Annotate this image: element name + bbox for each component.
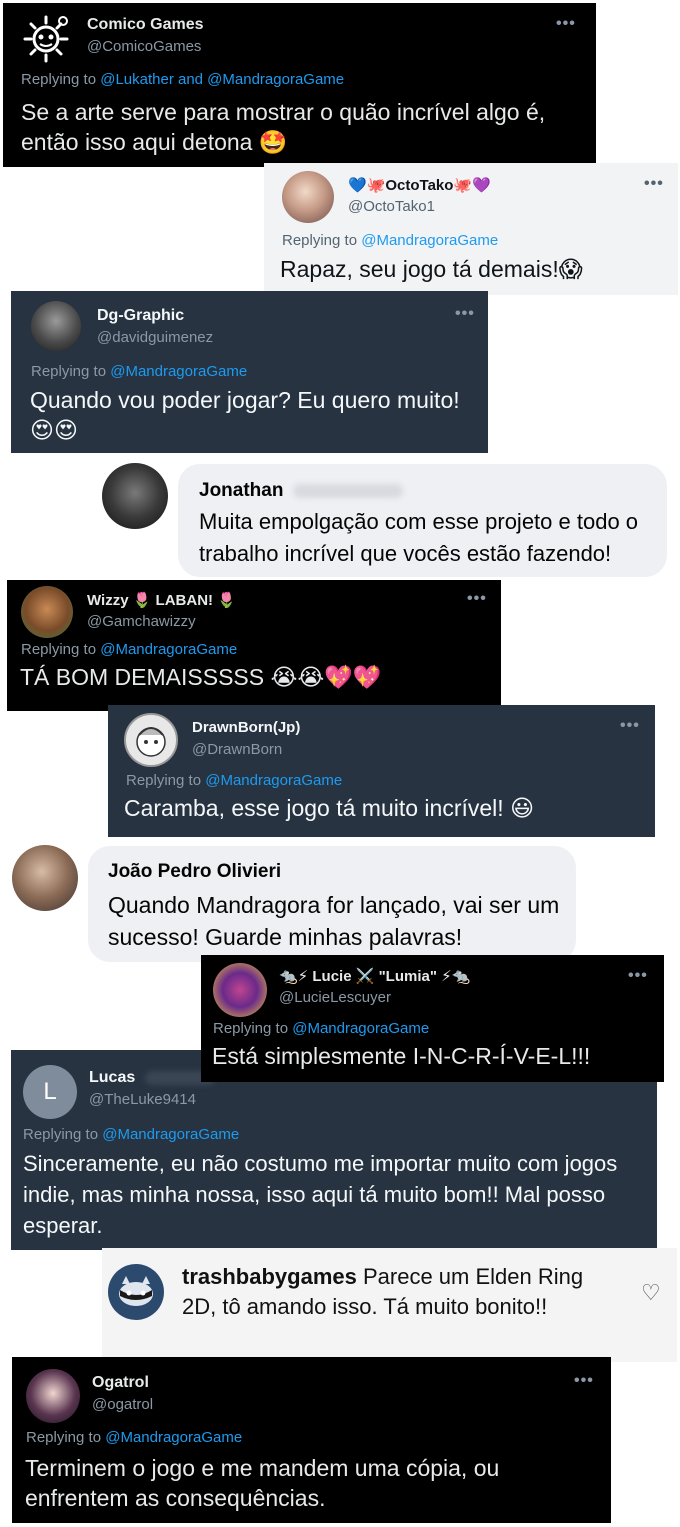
sun-logo-icon — [23, 15, 69, 63]
avatar-lucas[interactable]: L — [23, 1065, 77, 1119]
comment-card-octotako: 💙🐙OctoTako🐙💜 @OctoTako1 ••• Replying to … — [264, 163, 678, 295]
comment-text-body: Quando vou poder jogar? Eu quero muito! — [30, 387, 460, 413]
avatar-ogatrol[interactable] — [26, 1369, 80, 1423]
replying-to: Replying to @MandragoraGame — [282, 232, 498, 249]
author-handle[interactable]: @ComicoGames — [87, 38, 201, 55]
author-handle[interactable]: @OctoTako1 — [348, 198, 435, 215]
comment-bubble-jonathan: Jonathan Muita empolgação com esse proje… — [178, 464, 667, 577]
author-handle[interactable]: @TheLuke9414 — [89, 1091, 196, 1108]
avatar-joao-pedro[interactable] — [12, 845, 78, 911]
author-handle[interactable]: @ogatrol — [92, 1396, 153, 1413]
replying-to: Replying to @MandragoraGame — [23, 1126, 239, 1143]
replying-to: Replying to @MandragoraGame — [26, 1429, 242, 1446]
author-name-text: Lucas — [89, 1069, 136, 1086]
comment-text: Quando Mandragora for lançado, vai ser u… — [108, 892, 560, 950]
author-handle[interactable]: @Gamchawizzy — [87, 613, 196, 630]
avatar-comico[interactable] — [21, 13, 71, 63]
comment-card-ogatrol: Ogatrol @ogatrol ••• Replying to @Mandra… — [12, 1357, 611, 1523]
avatar-octotako[interactable] — [282, 171, 334, 223]
comment-card-dg-graphic: Dg-Graphic @davidguimenez ••• Replying t… — [11, 291, 488, 453]
comment-text-body: Rapaz, seu jogo tá demais! — [280, 256, 559, 282]
author-name[interactable]: 💙🐙OctoTako🐙💜 — [348, 176, 491, 194]
raccoon-logo-icon — [119, 1276, 153, 1306]
more-options-icon[interactable]: ••• — [467, 590, 487, 608]
reply-mention-link[interactable]: @MandragoraGame — [105, 1429, 242, 1446]
replying-to: Replying to @MandragoraGame — [126, 772, 342, 789]
comment-text: Está simplesmente I-N-C-R-Í-V-E-L!!! — [212, 1043, 591, 1069]
avatar-dg-graphic[interactable] — [31, 301, 81, 351]
author-name[interactable]: trashbabygames — [182, 1264, 357, 1289]
replying-to-prefix: Replying to — [126, 772, 206, 789]
heart-eyes-emoji-icon: 😍😍 — [30, 418, 78, 444]
author-name[interactable]: Dg-Graphic — [97, 307, 184, 325]
author-name[interactable]: DrawnBorn(Jp) — [192, 719, 300, 736]
author-name[interactable]: João Pedro Olivieri — [108, 861, 281, 883]
replying-to-prefix: Replying to — [26, 1429, 106, 1446]
replying-to: Replying to @MandragoraGame — [21, 641, 237, 658]
author-handle[interactable]: @DrawnBorn — [192, 741, 282, 758]
replying-to-prefix: Replying to — [23, 1126, 103, 1143]
author-name[interactable]: Wizzy 🌷 LABAN! 🌷 — [87, 591, 236, 609]
grinning-face-emoji-icon: 😃 — [510, 796, 535, 822]
comment-text: trashbabygames Parece um Elden Ring 2D, … — [182, 1262, 622, 1322]
author-name[interactable]: Ogatrol — [92, 1374, 149, 1392]
comment-card-trashbabygames: trashbabygames Parece um Elden Ring 2D, … — [102, 1248, 677, 1362]
author-name[interactable]: Lucas — [89, 1069, 216, 1087]
author-handle[interactable]: @davidguimenez — [97, 329, 213, 346]
comment-text: Muita empolgação com esse projeto e todo… — [199, 509, 639, 566]
comment-text: TÁ BOM DEMAISSSSS 😭😭💖💖 — [20, 662, 490, 693]
avatar-drawnborn[interactable] — [124, 713, 178, 767]
reply-mention-link[interactable]: @MandragoraGame — [110, 363, 247, 380]
screaming-face-emoji-icon: 😱 — [558, 257, 583, 283]
more-options-icon[interactable]: ••• — [644, 175, 664, 193]
comment-text: Sinceramente, eu não costumo me importar… — [23, 1151, 618, 1238]
author-name[interactable]: Comico Games — [87, 16, 203, 34]
more-options-icon[interactable]: ••• — [628, 967, 648, 985]
author-name[interactable]: Jonathan — [199, 480, 404, 502]
comment-text: Terminem o jogo e me mandem uma cópia, o… — [25, 1455, 500, 1511]
comment-text: Se a arte serve para mostrar o quão incr… — [21, 97, 591, 158]
comment-text: Rapaz, seu jogo tá demais!😱 — [280, 254, 670, 285]
replying-to: Replying to @Lukather and @MandragoraGam… — [21, 71, 344, 88]
more-options-icon[interactable]: ••• — [556, 15, 576, 33]
comment-card-comico: Comico Games @ComicoGames ••• Replying t… — [3, 3, 596, 167]
avatar-lucie[interactable] — [213, 963, 267, 1017]
replying-to: Replying to @MandragoraGame — [31, 363, 247, 380]
author-name[interactable]: 🐀⚡ Lucie ⚔️ "Lumia" ⚡🐀 — [279, 967, 470, 985]
comment-card-lucie: 🐀⚡ Lucie ⚔️ "Lumia" ⚡🐀 @LucieLescuyer ••… — [201, 955, 664, 1082]
comment-card-wizzy: Wizzy 🌷 LABAN! 🌷 @Gamchawizzy ••• Replyi… — [7, 580, 501, 711]
avatar-wizzy[interactable] — [21, 586, 73, 638]
avatar-jonathan[interactable] — [102, 463, 168, 529]
reply-mention-link[interactable]: @MandragoraGame — [100, 641, 237, 658]
comment-text: Quando vou poder jogar? Eu quero muito! … — [30, 385, 470, 446]
replying-to-prefix: Replying to — [21, 71, 101, 88]
more-options-icon[interactable]: ••• — [574, 1372, 594, 1390]
crying-and-sparkling-heart-emoji-icon: 😭😭💖💖 — [270, 665, 382, 691]
blurred-surname — [293, 483, 404, 498]
reply-mention-link[interactable]: @Lukather and @MandragoraGame — [100, 71, 344, 88]
cartoon-face-icon — [136, 727, 166, 757]
reply-mention-link[interactable]: @MandragoraGame — [292, 1020, 429, 1037]
reply-mention-link[interactable]: @MandragoraGame — [361, 232, 498, 249]
replying-to-prefix: Replying to — [21, 641, 101, 658]
comment-text-body: TÁ BOM DEMAISSSSS — [20, 664, 265, 690]
replying-to: Replying to @MandragoraGame — [213, 1020, 429, 1037]
comment-card-drawnborn: DrawnBorn(Jp) @DrawnBorn ••• Replying to… — [108, 705, 655, 837]
reply-mention-link[interactable]: @MandragoraGame — [205, 772, 342, 789]
comment-text-body: Caramba, esse jogo tá muito incrível! — [124, 795, 504, 821]
comment-bubble-joao-pedro: João Pedro Olivieri Quando Mandragora fo… — [88, 846, 576, 962]
replying-to-prefix: Replying to — [213, 1020, 293, 1037]
author-handle[interactable]: @LucieLescuyer — [279, 989, 391, 1006]
more-options-icon[interactable]: ••• — [620, 717, 640, 735]
comment-text: Caramba, esse jogo tá muito incrível! 😃 — [124, 793, 644, 824]
replying-to-prefix: Replying to — [282, 232, 362, 249]
heart-like-icon[interactable]: ♡ — [641, 1281, 661, 1306]
author-name-text: Jonathan — [199, 480, 284, 501]
avatar-trashbabygames[interactable] — [108, 1264, 164, 1320]
reply-mention-link[interactable]: @MandragoraGame — [102, 1126, 239, 1143]
star-struck-emoji-icon: 🤩 — [258, 130, 288, 156]
replying-to-prefix: Replying to — [31, 363, 111, 380]
more-options-icon[interactable]: ••• — [455, 305, 475, 323]
